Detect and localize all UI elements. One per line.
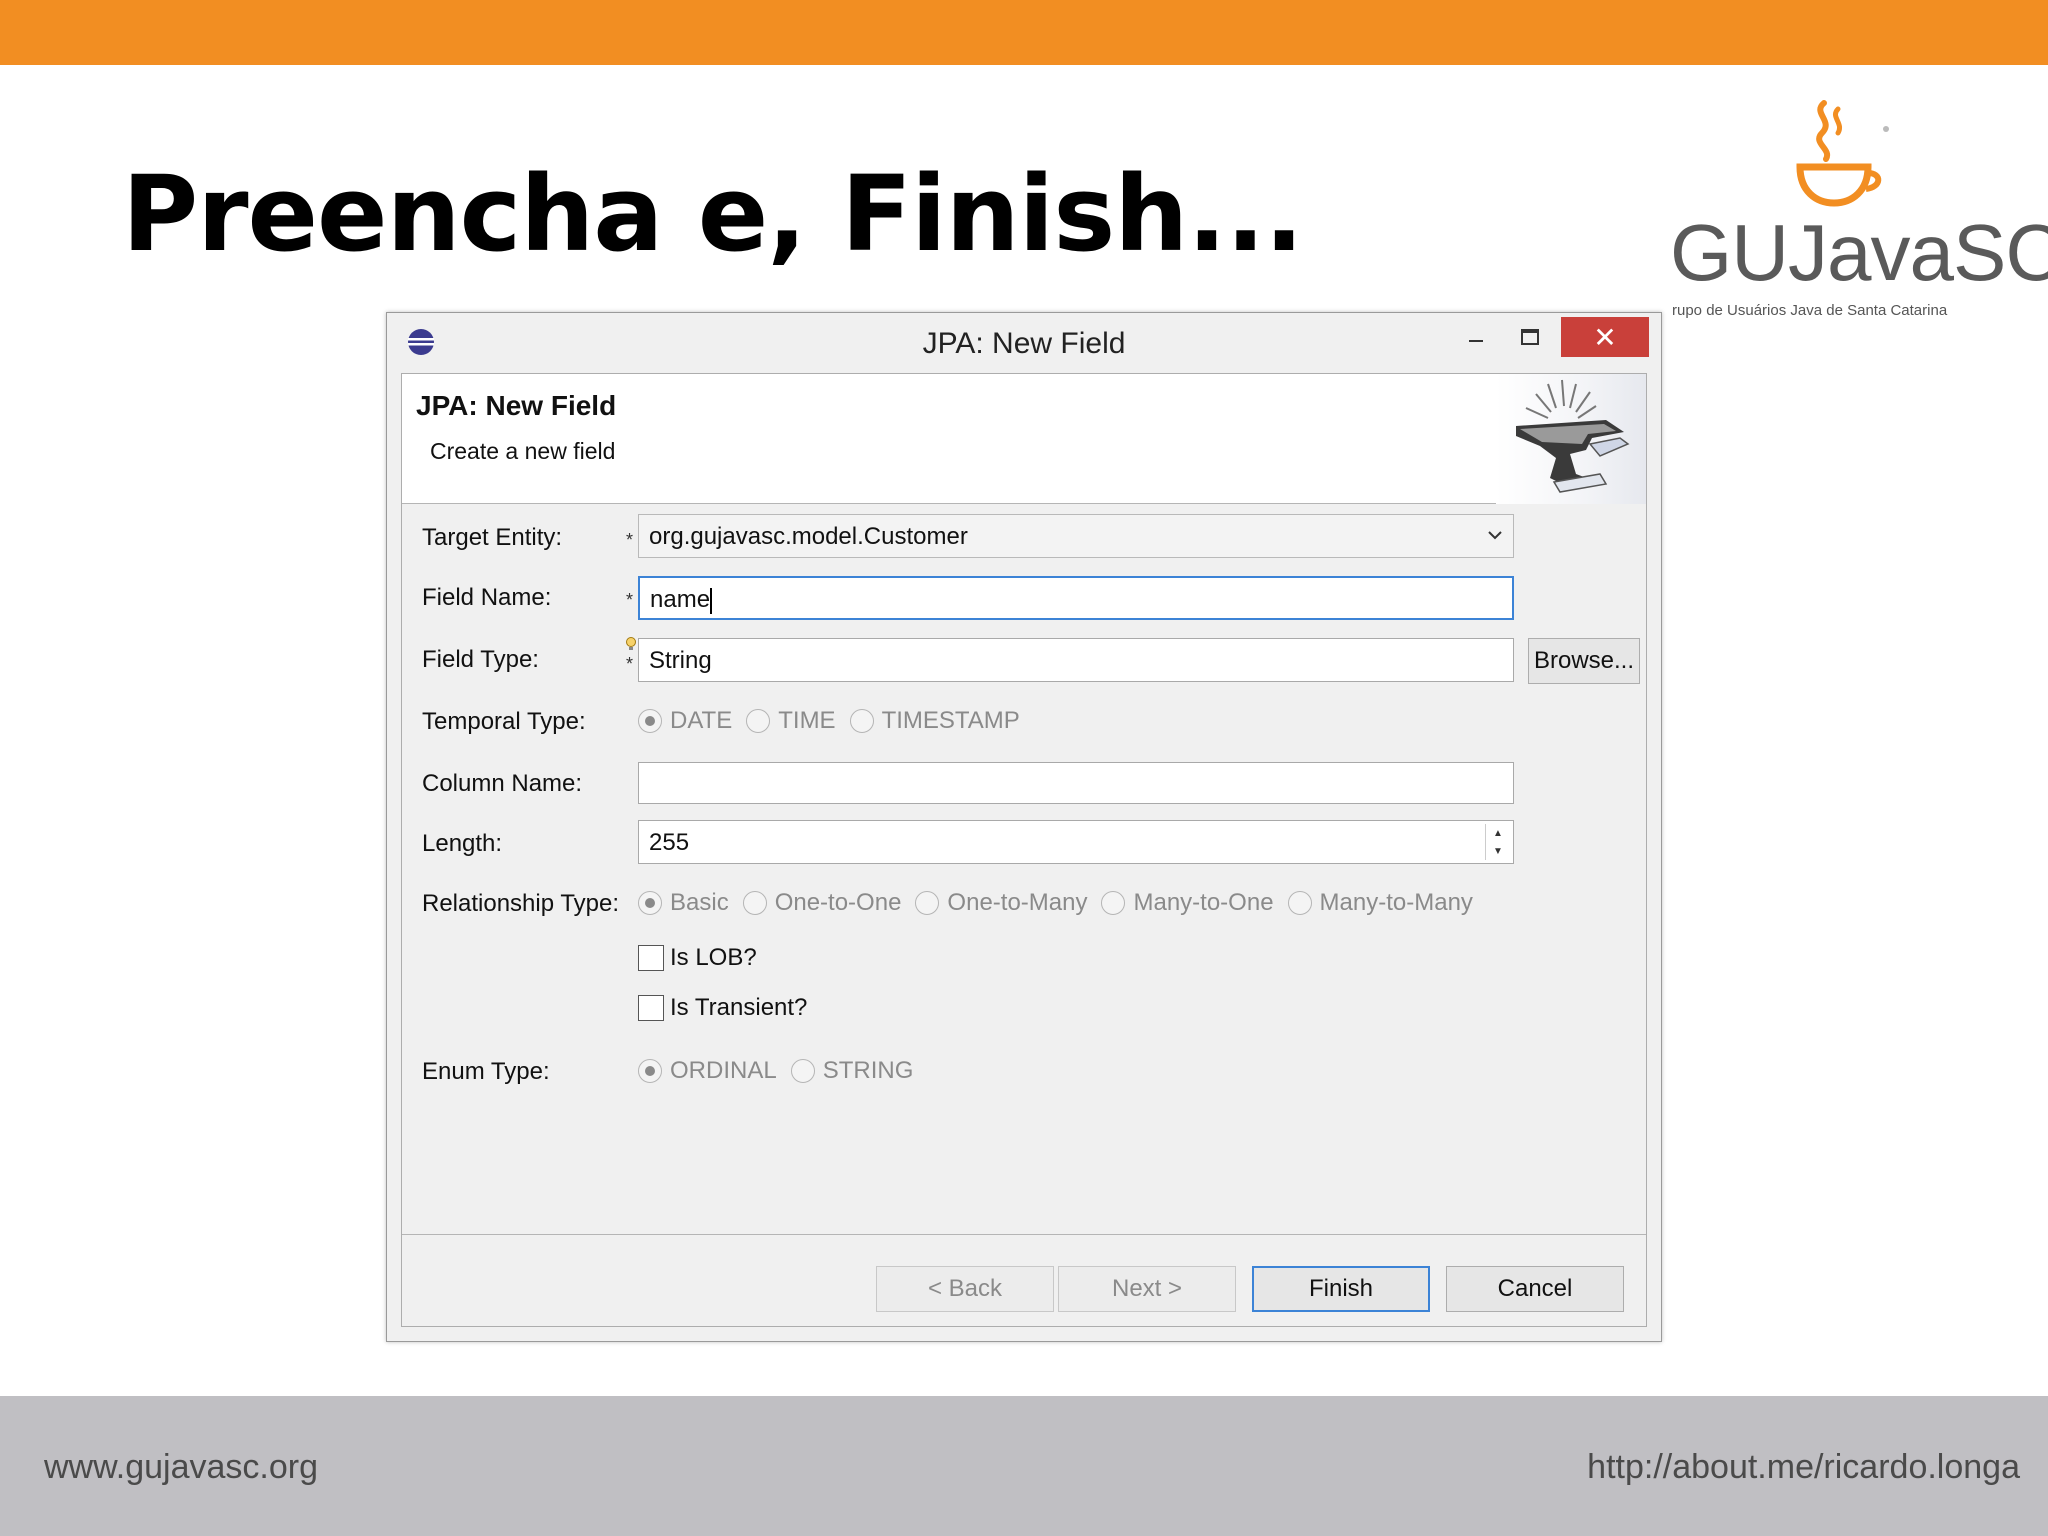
banner-graphic <box>1496 374 1646 504</box>
relationship-option-one-to-many[interactable]: One-to-Many <box>915 889 1087 917</box>
radio-button[interactable] <box>1287 891 1312 915</box>
radio-label: TIME <box>778 707 836 734</box>
radio-label: One-to-One <box>774 889 902 916</box>
relationship-option-many-to-many[interactable]: Many-to-Many <box>1287 889 1473 917</box>
chevron-down-icon <box>1488 531 1502 540</box>
field-name-input[interactable]: name <box>638 576 1514 620</box>
target-entity-label: Target Entity: <box>422 524 563 551</box>
wizard-banner: JPA: New Field Create a new field <box>402 374 1646 504</box>
minimize-button[interactable] <box>1451 317 1501 357</box>
banner-title: JPA: New Field <box>416 390 617 421</box>
length-spinner[interactable]: 255 ▲ ▼ <box>638 820 1514 864</box>
field-type-label: Field Type: <box>422 646 539 673</box>
lightbulb-icon <box>626 637 636 650</box>
relationship-option-one-to-one[interactable]: One-to-One <box>742 889 902 917</box>
footer-website[interactable]: www.gujavasc.org <box>44 1448 318 1487</box>
relationship-option-basic[interactable]: Basic <box>638 889 729 917</box>
temporal-option-timestamp[interactable]: TIMESTAMP <box>849 707 1020 735</box>
slide-title: Preencha e, Finish... <box>122 153 1304 275</box>
is-lob-label: Is LOB? <box>670 944 757 971</box>
logo-text: GUJavaSC <box>1670 208 2048 297</box>
relationship-type-group: Basic One-to-One One-to-Many Many-to-One… <box>638 889 1487 917</box>
temporal-option-date[interactable]: DATE <box>638 707 732 735</box>
is-transient-checkbox[interactable] <box>638 995 664 1021</box>
spin-down-icon[interactable]: ▼ <box>1486 842 1510 860</box>
close-button[interactable]: ✕ <box>1561 317 1649 357</box>
slide-top-bar <box>0 0 2048 65</box>
required-marker: * <box>626 590 634 610</box>
radio-label: ORDINAL <box>670 1057 777 1084</box>
radio-label: One-to-Many <box>947 889 1088 916</box>
back-button[interactable]: < Back <box>876 1266 1054 1312</box>
enum-type-label: Enum Type: <box>422 1058 550 1085</box>
finish-button[interactable]: Finish <box>1252 1266 1430 1312</box>
field-name-label: Field Name: <box>422 584 552 611</box>
is-lob-checkbox-row[interactable]: Is LOB? <box>638 944 757 972</box>
radio-label: STRING <box>822 1057 914 1084</box>
field-type-value: String <box>649 647 712 674</box>
required-marker: * <box>626 654 634 674</box>
cancel-button[interactable]: Cancel <box>1446 1266 1624 1312</box>
spin-up-icon[interactable]: ▲ <box>1486 824 1510 842</box>
radio-button[interactable] <box>915 891 940 915</box>
footer-about-link[interactable]: http://about.me/ricardo.longa <box>1587 1448 2020 1487</box>
radio-label: DATE <box>670 707 733 734</box>
spinner-control: ▲ ▼ <box>1485 824 1509 860</box>
radio-button[interactable] <box>742 891 767 915</box>
maximize-button[interactable] <box>1505 317 1555 357</box>
maximize-icon <box>1521 329 1539 345</box>
relationship-type-label: Relationship Type: <box>422 890 620 917</box>
temporal-type-label: Temporal Type: <box>422 708 586 735</box>
temporal-option-time[interactable]: TIME <box>746 707 836 735</box>
radio-button[interactable] <box>1101 891 1126 915</box>
gujavasc-logo: GUJavaSC rupo de Usuários Java de Santa … <box>1660 95 2048 325</box>
radio-button[interactable] <box>746 709 771 733</box>
minimize-icon <box>1469 340 1483 342</box>
radio-label: Many-to-Many <box>1319 889 1473 916</box>
close-icon: ✕ <box>1593 321 1617 353</box>
radio-label: Basic <box>670 889 729 916</box>
enum-option-string[interactable]: STRING <box>790 1057 914 1085</box>
radio-button[interactable] <box>638 1059 662 1083</box>
window-titlebar[interactable]: JPA: New Field ✕ <box>387 313 1661 373</box>
target-entity-value: org.gujavasc.model.Customer <box>649 523 968 550</box>
jpa-new-field-dialog: JPA: New Field ✕ JPA: New Field Create a… <box>386 312 1662 1342</box>
anvil-icon <box>1516 379 1630 493</box>
radio-button[interactable] <box>849 709 874 733</box>
column-name-label: Column Name: <box>422 770 583 797</box>
radio-button[interactable] <box>638 891 662 915</box>
enum-type-group: ORDINAL STRING <box>638 1057 927 1085</box>
temporal-type-group: DATE TIME TIMESTAMP <box>638 707 1034 735</box>
is-transient-checkbox-row[interactable]: Is Transient? <box>638 994 807 1022</box>
radio-button[interactable] <box>638 709 662 733</box>
is-transient-label: Is Transient? <box>670 994 808 1021</box>
field-name-value: name <box>650 586 711 613</box>
browse-button[interactable]: Browse... <box>1528 638 1640 684</box>
next-button[interactable]: Next > <box>1058 1266 1236 1312</box>
length-value: 255 <box>649 829 690 856</box>
text-cursor <box>710 587 713 614</box>
required-marker: * <box>626 530 634 550</box>
is-lob-checkbox[interactable] <box>638 945 664 971</box>
radio-button[interactable] <box>790 1059 815 1083</box>
length-label: Length: <box>422 830 503 857</box>
banner-subtitle: Create a new field <box>430 438 616 464</box>
logo-subtitle: rupo de Usuários Java de Santa Catarina <box>1672 302 1948 319</box>
button-bar-divider <box>402 1234 1646 1235</box>
target-entity-select[interactable]: org.gujavasc.model.Customer <box>638 514 1514 558</box>
field-type-input[interactable]: String <box>638 638 1514 682</box>
relationship-option-many-to-one[interactable]: Many-to-One <box>1101 889 1274 917</box>
enum-option-ordinal[interactable]: ORDINAL <box>638 1057 777 1085</box>
radio-label: TIMESTAMP <box>881 707 1020 734</box>
radio-label: Many-to-One <box>1133 889 1274 916</box>
dialog-content: JPA: New Field Create a new field Target… <box>401 373 1647 1327</box>
coffee-cup-icon <box>1796 100 1889 207</box>
column-name-input[interactable] <box>638 762 1514 804</box>
